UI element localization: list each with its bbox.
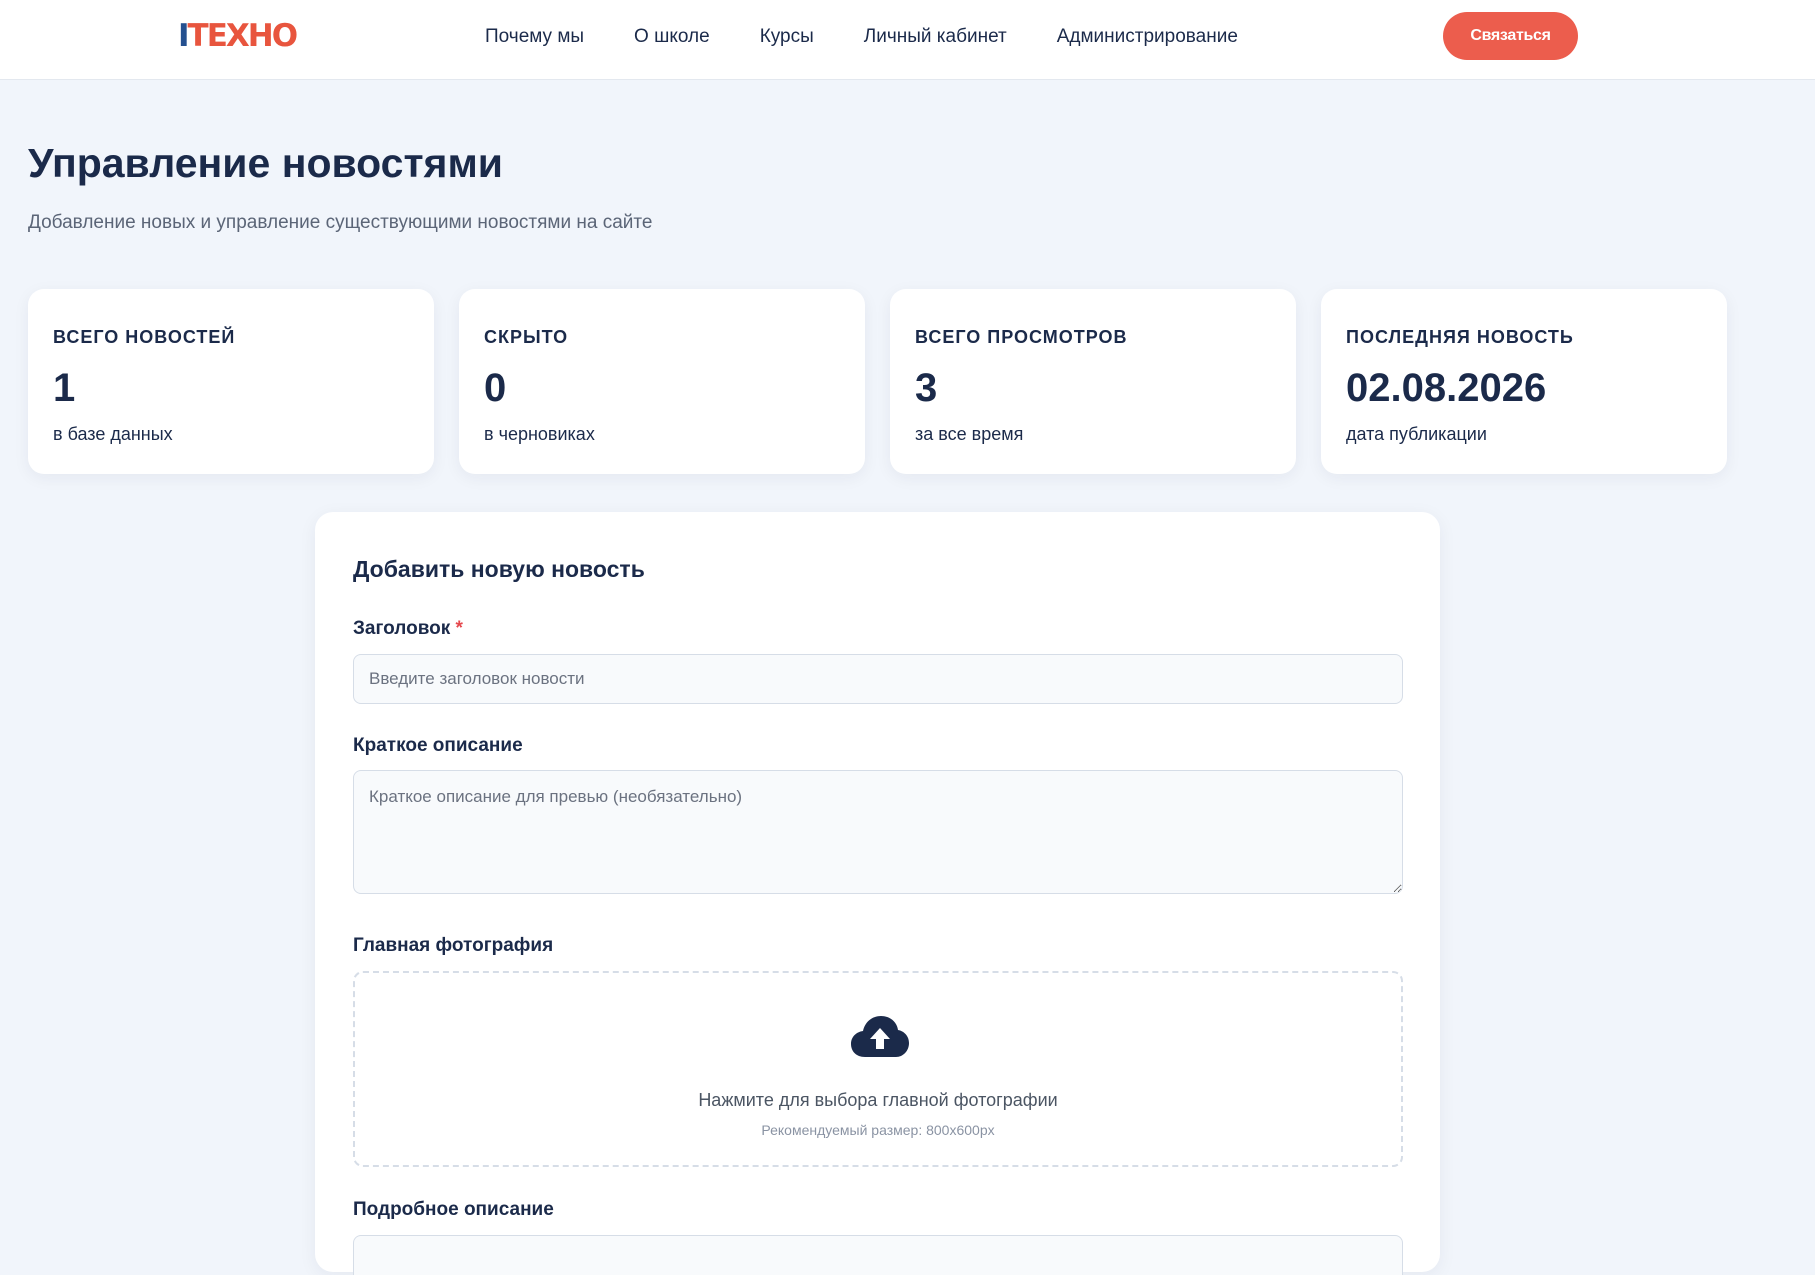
logo-part-2: ТЕХНО bbox=[187, 18, 299, 54]
contact-button[interactable]: Связаться bbox=[1443, 12, 1578, 60]
full-desc-label: Подробное описание bbox=[353, 1199, 554, 1220]
news-title-input[interactable] bbox=[353, 654, 1403, 704]
form-title: Добавить новую новость bbox=[353, 556, 645, 582]
stat-label: Скрыто bbox=[484, 327, 569, 347]
site-logo[interactable]: IТЕХНО bbox=[178, 18, 299, 54]
stat-caption: за все время bbox=[915, 424, 1024, 444]
stat-card-last-news: Последняя новость 02.08.2026 дата публик… bbox=[1321, 289, 1727, 474]
add-news-form: Добавить новую новость Заголовок * Кратк… bbox=[315, 512, 1440, 1275]
stat-value: 3 bbox=[915, 366, 938, 410]
stat-value: 1 bbox=[53, 366, 76, 410]
logo-part-1: I bbox=[178, 18, 189, 54]
nav-item-about[interactable]: О школе bbox=[634, 26, 710, 48]
stat-label: Всего новостей bbox=[53, 327, 236, 347]
full-description-editor[interactable] bbox=[353, 1235, 1403, 1275]
stat-value: 02.08.2026 bbox=[1346, 366, 1547, 410]
nav-item-admin[interactable]: Администрирование bbox=[1057, 26, 1238, 48]
stat-caption: в черновиках bbox=[484, 424, 595, 444]
stat-caption: в базе данных bbox=[53, 424, 173, 444]
stat-card-hidden: Скрыто 0 в черновиках bbox=[459, 289, 865, 474]
cloud-upload-icon bbox=[851, 1016, 909, 1057]
title-label-text: Заголовок bbox=[353, 618, 451, 639]
page-title: Управление новостями bbox=[28, 140, 504, 186]
stat-caption: дата публикации bbox=[1346, 424, 1487, 444]
main-nav: Почему мы О школе Курсы Личный кабинет А… bbox=[485, 26, 1288, 48]
nav-item-courses[interactable]: Курсы bbox=[760, 26, 814, 48]
stat-label: Последняя новость bbox=[1346, 327, 1574, 347]
stat-card-total-news: Всего новостей 1 в базе данных bbox=[28, 289, 434, 474]
short-description-textarea[interactable] bbox=[353, 770, 1403, 894]
short-desc-label: Краткое описание bbox=[353, 735, 523, 756]
photo-label: Главная фотография bbox=[353, 935, 554, 956]
page-subtitle: Добавление новых и управление существующ… bbox=[28, 212, 653, 233]
title-field-label: Заголовок * bbox=[353, 618, 463, 640]
required-mark: * bbox=[455, 618, 463, 639]
stat-label: Всего просмотров bbox=[915, 327, 1128, 347]
site-header: IТЕХНО Почему мы О школе Курсы Личный ка… bbox=[0, 0, 1815, 80]
upload-text: Нажмите для выбора главной фотографии bbox=[698, 1090, 1058, 1110]
nav-item-why-us[interactable]: Почему мы bbox=[485, 26, 584, 48]
stat-value: 0 bbox=[484, 366, 507, 410]
photo-upload-dropzone[interactable]: Нажмите для выбора главной фотографии Ре… bbox=[353, 971, 1403, 1167]
stat-card-total-views: Всего просмотров 3 за все время bbox=[890, 289, 1296, 474]
nav-item-account[interactable]: Личный кабинет bbox=[864, 26, 1007, 48]
upload-hint: Рекомендуемый размер: 800x600px bbox=[761, 1122, 995, 1138]
